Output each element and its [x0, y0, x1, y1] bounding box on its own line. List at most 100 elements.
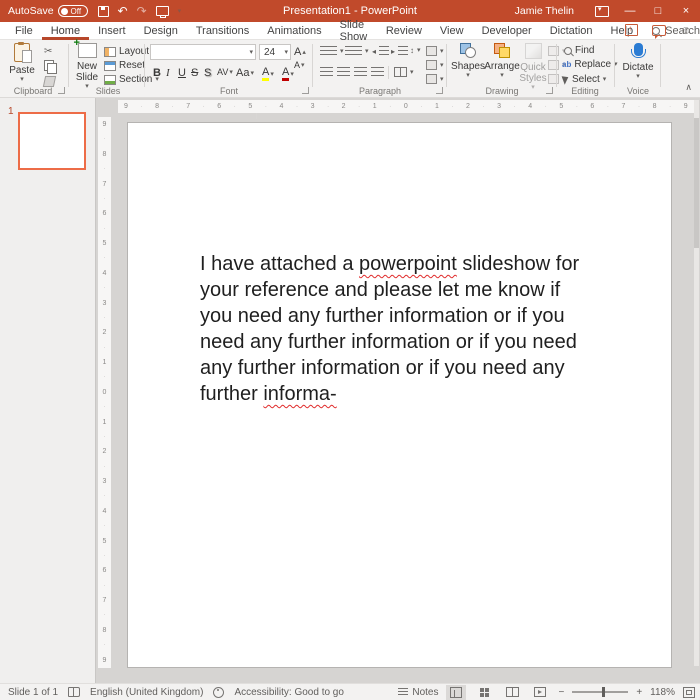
- increase-font-size-button[interactable]: A▴: [294, 46, 306, 58]
- ruler-tick: ·: [104, 196, 106, 202]
- text-highlight-button[interactable]: A▾: [262, 67, 274, 81]
- font-size-combobox[interactable]: 24 ▾: [259, 44, 291, 60]
- customize-qat-icon[interactable]: ▾: [178, 8, 182, 15]
- slide-text-line: your reference and please let me know if: [200, 277, 600, 303]
- tab-review[interactable]: Review: [377, 22, 431, 40]
- tab-dictation[interactable]: Dictation: [541, 22, 602, 40]
- bold-button[interactable]: B: [153, 67, 161, 79]
- justify-button[interactable]: [371, 67, 384, 77]
- normal-view-button[interactable]: [446, 685, 466, 700]
- zoom-in-button[interactable]: +: [636, 687, 642, 698]
- shape-effects-icon: [548, 74, 559, 84]
- minimize-button[interactable]: —: [616, 0, 644, 22]
- ruler-tick: ·: [104, 285, 106, 291]
- align-right-button[interactable]: [354, 67, 367, 77]
- font-dialog-launcher-icon[interactable]: [302, 87, 309, 94]
- columns-button[interactable]: ▾: [394, 67, 414, 77]
- text-shadow-button[interactable]: S: [204, 67, 211, 79]
- ruler-number: 3: [103, 300, 107, 307]
- line-spacing-button[interactable]: ↕▾: [410, 46, 421, 55]
- font-name-combobox[interactable]: ▾: [150, 44, 256, 60]
- section-button[interactable]: Section ▾: [104, 74, 159, 85]
- undo-icon[interactable]: ↶: [118, 5, 128, 17]
- start-slideshow-icon[interactable]: [156, 6, 169, 16]
- ruler-tick: ·: [545, 104, 547, 110]
- bullets-button[interactable]: ▾: [320, 46, 344, 56]
- chevron-down-icon: ▾: [340, 48, 344, 55]
- accessibility-status[interactable]: Accessibility: Good to go: [234, 687, 344, 698]
- collapse-ribbon-icon[interactable]: ∧: [685, 82, 692, 93]
- increase-indent-button[interactable]: ▸: [391, 46, 408, 56]
- tab-view[interactable]: View: [431, 22, 473, 40]
- vertical-scrollbar[interactable]: [694, 100, 699, 666]
- reading-view-button[interactable]: [502, 685, 522, 700]
- character-spacing-button[interactable]: AV▾: [217, 67, 233, 77]
- strikethrough-button[interactable]: S: [191, 67, 198, 79]
- align-center-icon: [337, 67, 350, 77]
- align-center-button[interactable]: [337, 67, 350, 77]
- slide-textbox[interactable]: I have attached a powerpoint slideshow f…: [200, 251, 600, 407]
- numbering-button[interactable]: ▾: [345, 46, 369, 56]
- ruler-number: 5: [248, 103, 252, 110]
- slideshow-view-button[interactable]: [530, 685, 550, 700]
- zoom-out-button[interactable]: −: [558, 687, 564, 698]
- find-button[interactable]: Find: [564, 45, 594, 56]
- shape-outline-icon: [548, 60, 559, 70]
- drawing-dialog-launcher-icon[interactable]: [546, 87, 553, 94]
- slide[interactable]: I have attached a powerpoint slideshow f…: [127, 122, 672, 668]
- paste-label: Paste: [9, 65, 35, 76]
- ruler-number: 2: [342, 103, 346, 110]
- fit-slide-to-window-icon[interactable]: [683, 687, 695, 698]
- decrease-indent-button[interactable]: ◂: [372, 46, 389, 56]
- chevron-down-icon: ▾: [410, 69, 414, 76]
- tab-developer[interactable]: Developer: [473, 22, 541, 40]
- zoom-slider[interactable]: [572, 691, 628, 693]
- language-indicator[interactable]: English (United Kingdom): [90, 687, 203, 698]
- align-text-button[interactable]: ▾: [426, 60, 444, 70]
- tab-insert[interactable]: Insert: [89, 22, 135, 40]
- layout-button[interactable]: Layout ▾: [104, 46, 156, 57]
- tab-design[interactable]: Design: [135, 22, 187, 40]
- user-name[interactable]: Jamie Thelin: [515, 5, 574, 17]
- underline-button[interactable]: U: [178, 67, 186, 79]
- tab-transitions[interactable]: Transitions: [187, 22, 258, 40]
- slide-sorter-view-button[interactable]: [474, 685, 494, 700]
- maximize-button[interactable]: □: [644, 0, 672, 22]
- convert-smartart-button[interactable]: ▾: [426, 74, 444, 84]
- tab-animations[interactable]: Animations: [258, 22, 330, 40]
- save-icon[interactable]: [98, 6, 109, 17]
- chevron-down-icon: ▾: [417, 47, 421, 54]
- chevron-down-icon: ▾: [249, 49, 253, 56]
- replace-button[interactable]: abReplace▾: [562, 59, 618, 70]
- paragraph-dialog-launcher-icon[interactable]: [436, 87, 443, 94]
- clipboard-dialog-launcher-icon[interactable]: [58, 87, 65, 94]
- spellcheck-icon[interactable]: [68, 687, 80, 697]
- reset-button[interactable]: Reset: [104, 60, 145, 71]
- decrease-font-size-button[interactable]: A▾: [294, 60, 305, 70]
- zoom-level[interactable]: 118%: [650, 687, 675, 698]
- close-button[interactable]: ×: [672, 0, 700, 22]
- notes-button[interactable]: Notes: [398, 687, 438, 698]
- scrollbar-thumb[interactable]: [694, 118, 699, 248]
- tab-slide-show[interactable]: Slide Show: [331, 22, 377, 40]
- cut-button[interactable]: ✂: [44, 46, 52, 57]
- comments-icon[interactable]: [652, 25, 666, 36]
- zoom-slider-handle[interactable]: [602, 687, 605, 697]
- font-color-button[interactable]: A▾: [282, 67, 294, 81]
- align-left-button[interactable]: [320, 67, 333, 77]
- ruler-tick: ·: [203, 104, 205, 110]
- text-direction-button[interactable]: ▾: [426, 46, 444, 56]
- tab-file[interactable]: File: [6, 22, 42, 40]
- share-icon[interactable]: [625, 24, 638, 36]
- copy-button[interactable]: [44, 60, 54, 71]
- slide-thumbnail[interactable]: [18, 112, 86, 170]
- group-divider: [614, 44, 615, 87]
- ruler-number: 1: [435, 103, 439, 110]
- ribbon-display-options-button[interactable]: [588, 0, 616, 22]
- tab-home[interactable]: Home: [42, 22, 89, 40]
- autosave-toggle[interactable]: AutoSave Off: [8, 5, 88, 17]
- italic-button[interactable]: I: [166, 67, 170, 79]
- select-button[interactable]: Select▾: [563, 74, 606, 85]
- change-case-button[interactable]: Aa▾: [236, 67, 254, 79]
- feedback-smiley-icon[interactable]: ☺: [680, 24, 692, 36]
